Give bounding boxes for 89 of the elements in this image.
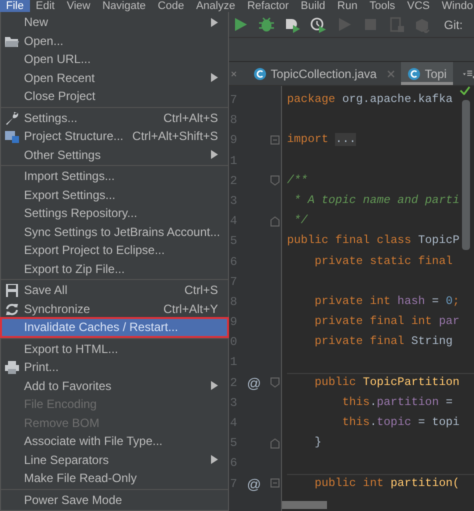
menu-item[interactable]: Export to Zip File... xyxy=(1,260,228,278)
menu-item[interactable]: Save All Ctrl+S xyxy=(1,281,228,300)
check-icon xyxy=(459,86,471,95)
fold-icon[interactable] xyxy=(270,134,280,146)
menu-item[interactable]: Settings... Ctrl+Alt+S xyxy=(1,108,228,127)
code-line: package org.apache.kafka xyxy=(287,92,453,108)
submenu-arrow-icon xyxy=(211,455,218,464)
editor-tab[interactable]: Topi xyxy=(400,62,453,85)
menu-item[interactable]: Open Recent xyxy=(1,68,228,87)
menu-bar-item[interactable]: Run xyxy=(331,0,364,12)
menu-item[interactable]: Line Separators xyxy=(1,450,228,469)
code-line: this.partition = xyxy=(341,394,453,411)
menu-item[interactable]: Add to Favorites xyxy=(1,376,228,395)
menu-bar-item[interactable]: Refactor xyxy=(241,0,295,12)
class-icon xyxy=(406,66,421,80)
fold-icon[interactable] xyxy=(270,478,280,490)
code-line: } xyxy=(314,435,322,452)
menu-item[interactable]: Export to HTML... xyxy=(1,340,228,358)
editor-tab[interactable]: TopicCollection.java xyxy=(246,62,401,85)
menu-item[interactable]: Associate with File Type... xyxy=(1,432,228,450)
menu-item[interactable]: Other Settings xyxy=(1,146,228,164)
wrench-icon xyxy=(5,112,19,124)
menu-item[interactable]: Open... xyxy=(1,32,228,50)
code-line: public final class TopicP xyxy=(287,233,460,250)
code-line: import ... xyxy=(287,132,356,148)
project-structure-icon xyxy=(5,130,19,143)
override-marker[interactable]: @ xyxy=(240,474,268,494)
class-icon xyxy=(252,66,267,80)
keyboard-shortcut: Ctrl+Alt+Y xyxy=(163,300,218,318)
submenu-arrow-icon xyxy=(211,18,218,27)
keyboard-shortcut: Ctrl+Alt+S xyxy=(163,110,218,127)
code-line: this.topic = topi xyxy=(341,415,460,431)
menu-bar-item[interactable]: Analyze xyxy=(190,0,242,12)
menu-item[interactable]: Make File Read-Only xyxy=(1,469,228,488)
fold-icon[interactable] xyxy=(270,377,280,388)
code-line: private static final xyxy=(314,254,453,270)
menu-item[interactable]: Sync Settings to JetBrains Account... xyxy=(1,222,228,241)
scrollbar-thumb[interactable] xyxy=(462,100,470,250)
menu-item[interactable]: Import Settings... xyxy=(1,167,228,186)
fold-icon[interactable] xyxy=(270,438,280,449)
menu-bar-item[interactable]: Navigate xyxy=(96,0,152,12)
menu-item[interactable]: Export Project to Eclipse... xyxy=(1,241,228,260)
menu-item[interactable]: Print... xyxy=(1,358,228,376)
code-line: private final int par xyxy=(314,314,460,330)
printer-icon xyxy=(5,361,19,374)
folder-icon xyxy=(5,34,19,48)
menu-bar-item[interactable]: Tools xyxy=(363,0,402,12)
vcs-label: Git: xyxy=(444,16,463,34)
sync-icon xyxy=(5,302,19,316)
fold-icon[interactable] xyxy=(270,216,280,227)
menu-bar-item[interactable]: VCS xyxy=(401,0,436,12)
code-line: * A topic name and parti xyxy=(292,192,460,209)
menu-item[interactable]: Settings Repository... xyxy=(1,204,228,222)
keyboard-shortcut: Ctrl+S xyxy=(184,282,218,300)
menu-bar-item[interactable]: Code xyxy=(152,0,190,12)
close-icon[interactable] xyxy=(386,70,395,78)
submenu-arrow-icon xyxy=(211,73,218,82)
menu-item[interactable]: Close Project xyxy=(1,87,228,106)
menu-bar-item[interactable]: Build xyxy=(294,0,332,12)
coverage-icon[interactable] xyxy=(284,16,301,33)
menu-bar-item[interactable]: View xyxy=(60,0,96,12)
code-line: public TopicPartition xyxy=(314,375,460,392)
tab-list-icon[interactable] xyxy=(462,68,474,80)
profiler-icon[interactable] xyxy=(310,16,327,33)
menu-bar-item[interactable]: File xyxy=(0,0,30,12)
menu-bar-item[interactable]: Windo xyxy=(436,0,474,12)
menu-item[interactable]: Synchronize Ctrl+Alt+Y xyxy=(1,300,228,318)
menu-item[interactable]: Project Structure... Ctrl+Alt+Shift+S xyxy=(1,127,228,146)
submenu-arrow-icon xyxy=(211,381,218,390)
code-line: */ xyxy=(292,213,308,230)
bug-icon[interactable] xyxy=(258,16,275,33)
code-line: private final String xyxy=(314,334,453,350)
keyboard-shortcut: Ctrl+Alt+Shift+S xyxy=(132,128,218,146)
menu-item[interactable]: Invalidate Caches / Restart... xyxy=(1,318,228,336)
scrollbar-thumb[interactable] xyxy=(282,501,327,509)
menu-bar-item[interactable]: Edit xyxy=(30,0,61,12)
menu-item[interactable]: New xyxy=(1,13,228,32)
submenu-arrow-icon xyxy=(211,150,218,160)
fold-icon[interactable] xyxy=(270,175,280,186)
menu-item[interactable]: Power Save Mode xyxy=(1,490,228,509)
menu-item[interactable]: Export Settings... xyxy=(1,186,228,204)
save-icon xyxy=(5,284,19,297)
code-line: public int partition( xyxy=(314,476,460,492)
close-icon[interactable] xyxy=(231,70,237,78)
menu-item[interactable]: Open URL... xyxy=(1,50,228,68)
run-icon[interactable] xyxy=(232,16,249,33)
code-line: /** xyxy=(287,172,308,189)
code-line: private int hash = 0; xyxy=(314,294,460,310)
override-marker[interactable]: @ xyxy=(240,372,268,393)
